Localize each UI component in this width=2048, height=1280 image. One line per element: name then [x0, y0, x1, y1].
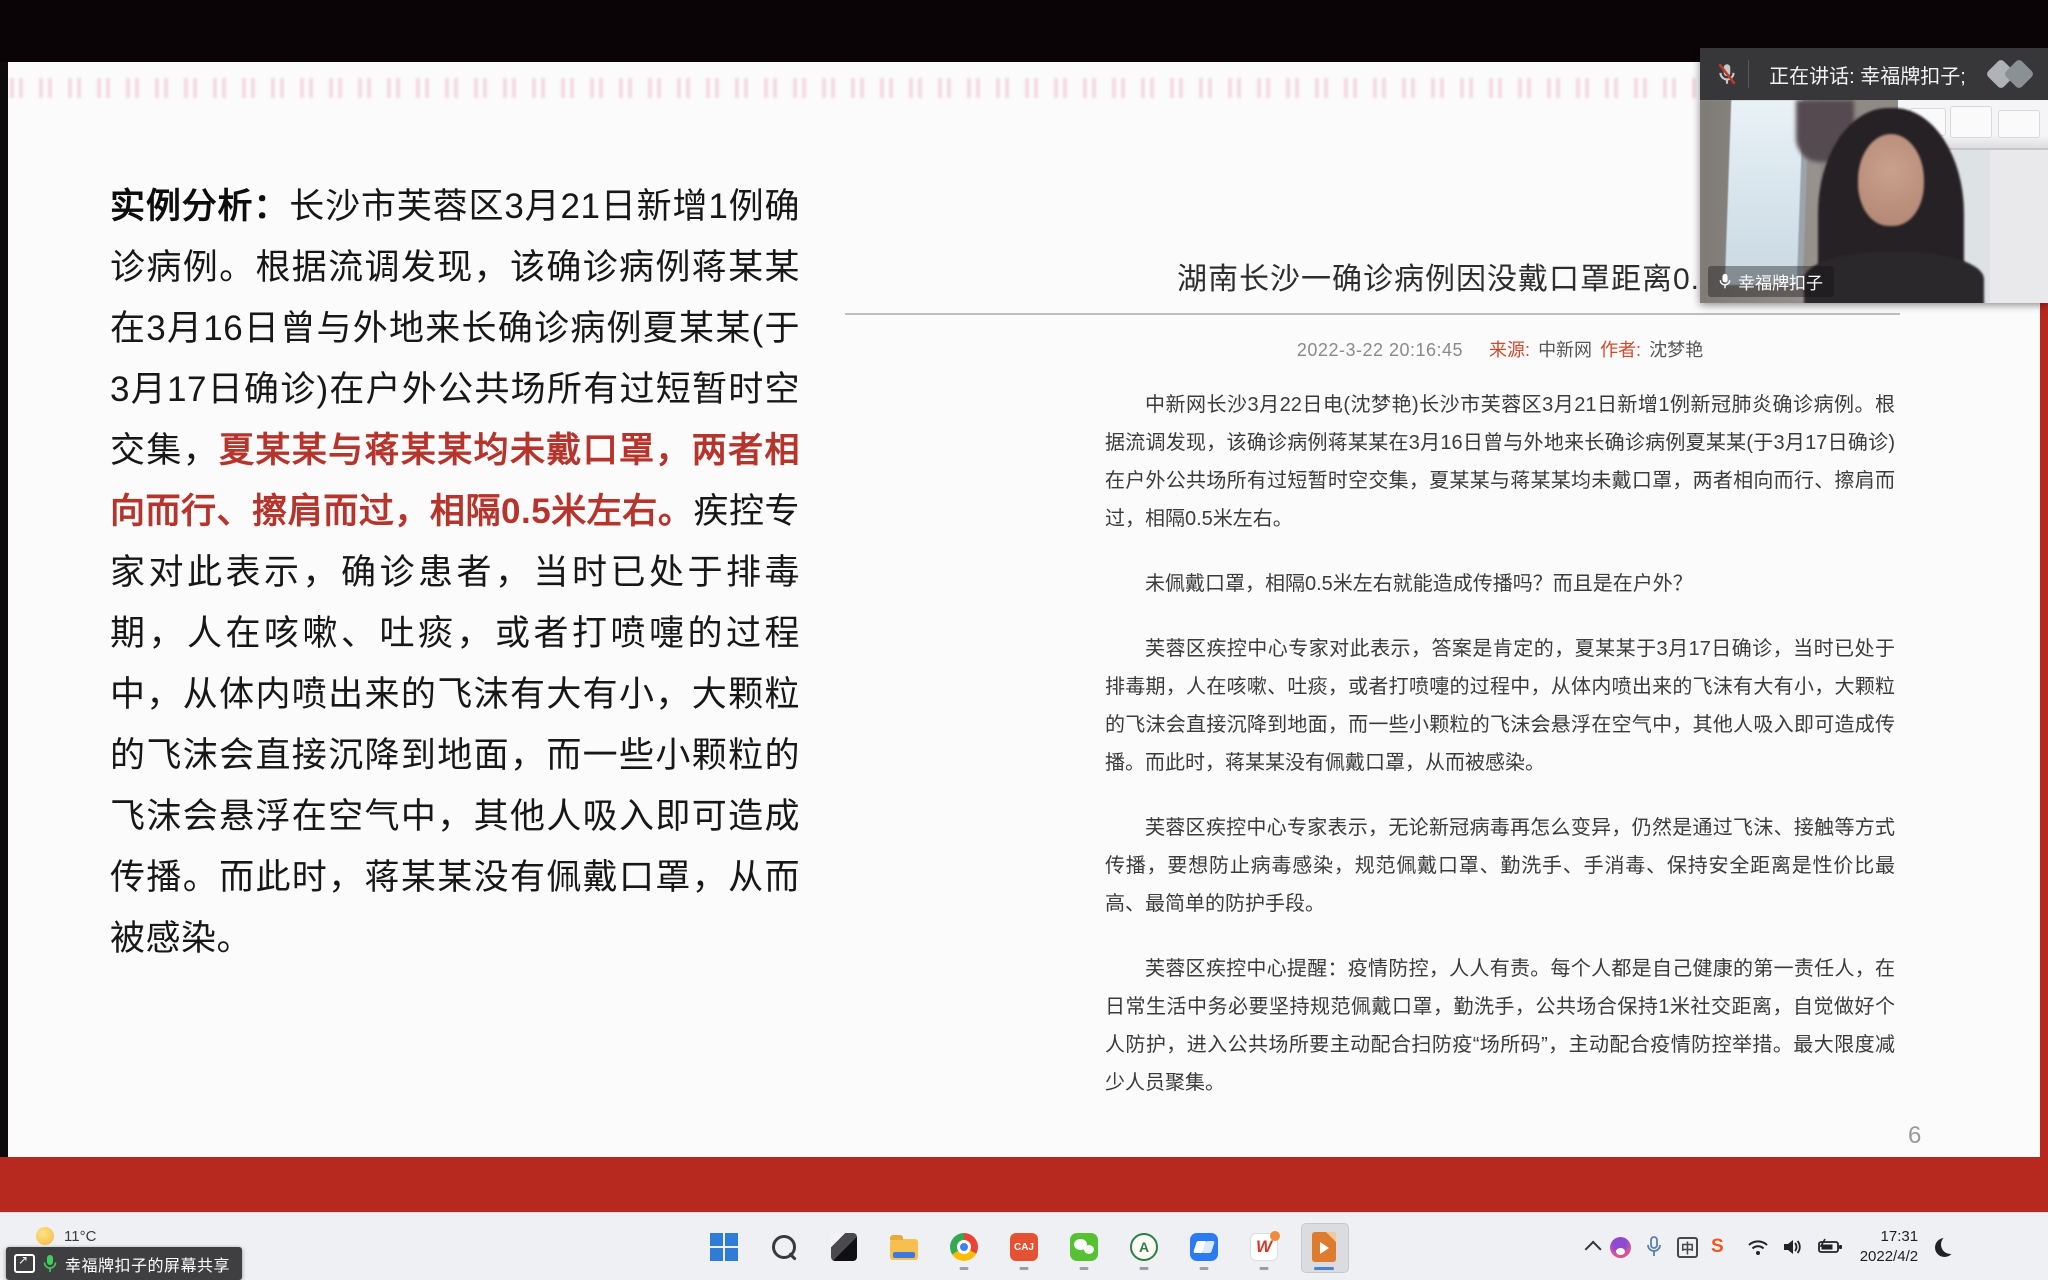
webcam-overlay[interactable]: 正在讲话: 幸福牌扣子; 幸福牌扣子 [1700, 48, 2048, 303]
mic-icon [1719, 273, 1731, 290]
running-indicator [1020, 1267, 1029, 1270]
webcam-video[interactable]: 幸福牌扣子 [1700, 100, 2048, 303]
tray-clock[interactable]: 17:31 2022/4/2 [1860, 1227, 1918, 1267]
windows-logo-icon [710, 1233, 738, 1261]
taskbar-item-emblem-app[interactable]: A [1129, 1232, 1159, 1262]
running-indicator [1080, 1267, 1089, 1270]
taskbar: 11°C CAJ [0, 1212, 2048, 1280]
article-datetime: 2022-3-22 20:16:45 [1297, 340, 1463, 361]
mic-active-icon [43, 1254, 57, 1274]
article-paragraph: 芙蓉区疾控中心专家对此表示，答案是肯定的，夏某某于3月17日确诊，当时已处于排毒… [1105, 630, 1895, 782]
caj-icon: CAJ [1010, 1233, 1038, 1261]
taskbar-item-tencent-meeting[interactable] [1189, 1232, 1219, 1262]
tray-chevron-up-icon[interactable] [1585, 1241, 1602, 1258]
speaker-icon[interactable] [1782, 1237, 1804, 1257]
article-meta: 2022-3-22 20:16:45 来源: 中新网 作者: 沈梦艳 [1105, 336, 1895, 362]
speaking-now-label: 正在讲话: 幸福牌扣子; [1749, 60, 1986, 89]
article-paragraph: 中新网长沙3月22日电(沈梦艳)长沙市芙蓉区3月21日新增1例新冠肺炎确诊病例。… [1105, 386, 1895, 538]
folder-icon [890, 1239, 918, 1260]
reader-app-icon [831, 1233, 857, 1261]
participant-name: 幸福牌扣子 [1738, 269, 1823, 294]
wifi-icon[interactable] [1747, 1237, 1769, 1257]
screen-share-icon [14, 1254, 35, 1273]
slide-page-number: 6 [1908, 1122, 1921, 1150]
mic-muted-icon[interactable] [1714, 60, 1740, 88]
ime-language-icon[interactable]: 中 [1677, 1237, 1698, 1258]
emblem-icon: A [1130, 1233, 1158, 1261]
article-author: 沈梦艳 [1649, 336, 1703, 362]
system-tray: 中 S 17:31 2022/4/2 [1585, 1213, 1954, 1280]
tray-date: 2022/4/2 [1860, 1247, 1918, 1267]
article-body: 中新网长沙3月22日电(沈梦艳)长沙市芙蓉区3月21日新增1例新冠肺炎确诊病例。… [1105, 386, 1895, 1129]
article-source: 中新网 [1538, 336, 1592, 362]
taskbar-item-wechat[interactable] [1069, 1232, 1099, 1262]
running-indicator [1140, 1267, 1149, 1270]
qq-tray-icon[interactable] [1610, 1237, 1631, 1258]
video-person-face [1858, 134, 1924, 226]
taskbar-weather[interactable]: 11°C [36, 1227, 96, 1245]
video-shelf-box [1998, 110, 2040, 138]
article-paragraph: 芙蓉区疾控中心专家表示，无论新冠病毒再怎么变异，仍然是通过飞沫、接触等方式传播，… [1105, 809, 1895, 923]
tencent-meeting-icon [1190, 1233, 1218, 1261]
taskbar-app-icons: CAJ A W [709, 1213, 1339, 1280]
active-running-indicator [1314, 1267, 1334, 1270]
running-indicator [1260, 1267, 1269, 1270]
webcam-header: 正在讲话: 幸福牌扣子; [1700, 48, 2048, 100]
chrome-icon [950, 1233, 978, 1261]
screen-share-banner[interactable]: 幸福牌扣子的屏幕共享 [6, 1247, 242, 1280]
taskbar-item-chrome[interactable] [949, 1232, 979, 1262]
sogou-input-icon[interactable]: S [1711, 1236, 1724, 1258]
tray-time: 17:31 [1860, 1227, 1918, 1247]
slide-analysis-text: 实例分析：长沙市芙蓉区3月21日新增1例确诊病例。根据流调发现，该确诊病例蒋某某… [110, 176, 800, 969]
participant-name-tag: 幸福牌扣子 [1708, 266, 1834, 297]
running-indicator [1200, 1267, 1209, 1270]
wechat-icon [1070, 1233, 1098, 1261]
slide-left-edge [0, 62, 8, 1157]
start-button[interactable] [709, 1232, 739, 1262]
taskbar-item-cajviewer[interactable]: CAJ [1009, 1232, 1039, 1262]
taskbar-item-reader-app[interactable] [829, 1232, 859, 1262]
weather-temperature: 11°C [64, 1228, 96, 1245]
search-button[interactable] [769, 1232, 799, 1262]
search-icon [772, 1235, 796, 1259]
video-shelf-box [1950, 106, 1992, 138]
taskbar-item-presentation-active[interactable] [1309, 1232, 1339, 1262]
article-paragraph: 芙蓉区疾控中心提醒：疫情防控，人人有责。每个人都是自己健康的第一责任人，在日常生… [1105, 950, 1895, 1102]
do-not-disturb-moon-icon[interactable] [1935, 1238, 1954, 1257]
slide-heading: 实例分析： [110, 187, 289, 226]
article-source-label: 来源: [1489, 336, 1530, 362]
taskbar-item-wps[interactable]: W [1249, 1232, 1279, 1262]
battery-charging-icon[interactable] [1817, 1237, 1843, 1257]
article-author-label: 作者: [1600, 336, 1641, 362]
taskbar-item-file-explorer[interactable] [889, 1232, 919, 1262]
running-indicator [960, 1267, 969, 1270]
weather-sun-icon [36, 1227, 54, 1245]
microphone-tray-icon[interactable] [1644, 1235, 1664, 1259]
screen: 实例分析：长沙市芙蓉区3月21日新增1例确诊病例。根据流调发现，该确诊病例蒋某某… [0, 0, 2048, 1280]
slide-body-1: 长沙市芙蓉区3月21日新增1例确诊病例。根据流调发现，该确诊病例蒋某某在3月16… [110, 187, 800, 470]
article-paragraph: 未佩戴口罩，相隔0.5米左右就能造成传播吗？而且是在户外？ [1105, 565, 1895, 603]
article-title-divider [845, 313, 1900, 315]
screen-share-label: 幸福牌扣子的屏幕共享 [65, 1252, 230, 1276]
wps-icon: W [1250, 1233, 1278, 1261]
slide-bottom-red-bar [0, 1157, 2048, 1212]
presentation-icon [1312, 1232, 1336, 1262]
article-title: 湖南长沙一确诊病例因没戴口罩距离0.5 [1177, 254, 1718, 298]
meeting-app-logo-icon [1986, 59, 2042, 89]
slide-body-2: 疾控专家对此表示，确诊患者，当时已处于排毒期，人在咳嗽、吐痰，或者打喷嚏的过程中… [110, 492, 800, 958]
